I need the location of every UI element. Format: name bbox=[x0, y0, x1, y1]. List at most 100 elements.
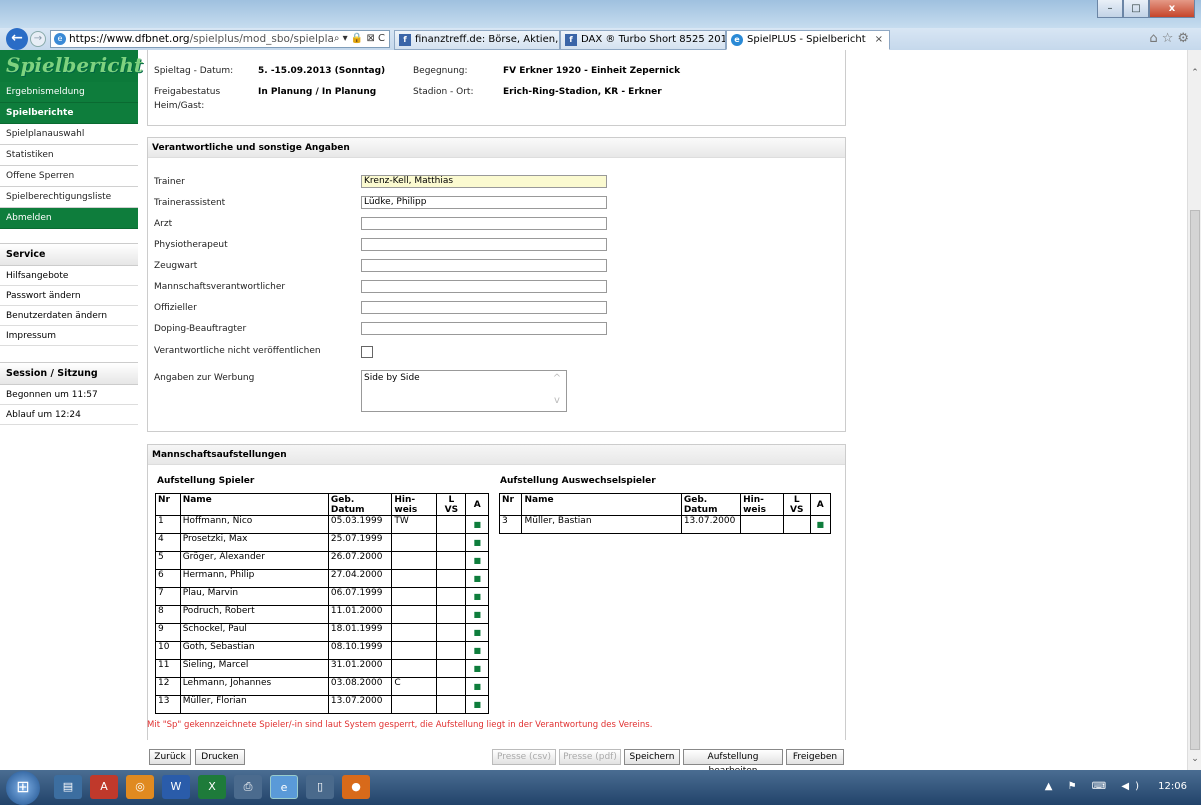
system-tray[interactable]: ▲ ⚑ ⌨ ◀) bbox=[1045, 781, 1145, 792]
address-bar[interactable]: e https://www.dfbnet.org/spielplus/mod_s… bbox=[50, 30, 390, 48]
player-status-icon[interactable]: ■ bbox=[465, 569, 489, 588]
forward-button[interactable]: → bbox=[30, 31, 46, 47]
excel-icon[interactable]: X bbox=[198, 775, 226, 799]
zeugwart-input[interactable] bbox=[361, 259, 607, 272]
page-content: Spielbericht Ergebnismeldung Spielberich… bbox=[0, 50, 1201, 770]
favorites-star-icon[interactable]: ☆ bbox=[1162, 31, 1178, 46]
trainerassistent-input[interactable]: Lüdke, Philipp bbox=[361, 196, 607, 209]
col-hin-2: weis bbox=[743, 505, 766, 515]
scroll-down-icon[interactable]: ⌄ bbox=[1188, 754, 1201, 768]
explorer-icon[interactable]: ▤ bbox=[54, 775, 82, 799]
player-dob: 26.07.2000 bbox=[327, 551, 393, 570]
player-status-icon[interactable]: ■ bbox=[465, 659, 489, 678]
word-icon[interactable]: W bbox=[162, 775, 190, 799]
player-nr: 13 bbox=[155, 695, 181, 714]
close-window-button[interactable]: x bbox=[1149, 0, 1195, 18]
player-status-icon[interactable]: ■ bbox=[465, 641, 489, 660]
sidebar-item-spielberichte[interactable]: Spielberichte bbox=[0, 103, 138, 124]
service-item-benutzerdaten[interactable]: Benutzerdaten ändern bbox=[0, 306, 138, 326]
zurueck-button[interactable]: Zurück bbox=[149, 749, 191, 765]
page-scrollbar[interactable]: ⌃ ⌄ bbox=[1187, 50, 1201, 770]
service-title: Service bbox=[0, 244, 138, 266]
tab-spielplus[interactable]: e SpielPLUS - Spielbericht × bbox=[726, 30, 890, 50]
physiotherapeut-input[interactable] bbox=[361, 238, 607, 251]
player-status-icon[interactable]: ■ bbox=[465, 623, 489, 642]
offizieller-input[interactable] bbox=[361, 301, 607, 314]
col-lvs: L VS bbox=[782, 493, 811, 516]
textarea-scrollbar[interactable]: ^ v bbox=[550, 373, 564, 409]
player-status-icon[interactable]: ■ bbox=[465, 551, 489, 570]
back-button[interactable]: ← bbox=[6, 28, 28, 50]
address-bar-tools[interactable]: ⌕ ▾ 🔒 ⊠ C bbox=[334, 31, 385, 47]
start-button[interactable]: ⊞ bbox=[6, 771, 40, 805]
publish-checkbox[interactable] bbox=[361, 346, 373, 358]
ie-icon: e bbox=[54, 33, 66, 45]
lineup-note: Mit "Sp" gekennzeichnete Spieler/-in sin… bbox=[147, 720, 653, 730]
sidebar-item-spielplanauswahl[interactable]: Spielplanauswahl bbox=[0, 124, 138, 145]
player-lvs bbox=[436, 605, 467, 624]
player-status-icon[interactable]: ■ bbox=[465, 587, 489, 606]
home-icon[interactable]: ⌂ bbox=[1149, 31, 1161, 46]
ie-taskbar-icon[interactable]: e bbox=[270, 775, 298, 799]
sidebar-item-spielberechtigungsliste[interactable]: Spielberechtigungsliste bbox=[0, 187, 138, 208]
drucken-button[interactable]: Drucken bbox=[195, 749, 245, 765]
col-hin-1: Hin- bbox=[743, 495, 764, 505]
table-row: 12 Lehmann, Johannes 03.08.2000 C ■ bbox=[155, 677, 489, 696]
subs-header-row: Nr Name Geb. Datum Hin-weis L VS A bbox=[498, 493, 832, 516]
printer-icon[interactable]: ⎙ bbox=[234, 775, 262, 799]
presse-csv-button[interactable]: Presse (csv) bbox=[492, 749, 556, 765]
arzt-input[interactable] bbox=[361, 217, 607, 230]
freigabe-label: Freigabestatus bbox=[154, 87, 221, 97]
player-status-icon[interactable]: ■ bbox=[465, 605, 489, 624]
player-status-icon[interactable]: ■ bbox=[465, 677, 489, 696]
app-icon[interactable]: ◎ bbox=[126, 775, 154, 799]
minimize-button[interactable]: – bbox=[1097, 0, 1123, 18]
url-path: /spielplus/mod_sbo/spielpla bbox=[189, 33, 334, 45]
player-hinweis bbox=[391, 587, 438, 606]
presse-pdf-button[interactable]: Presse (pdf) bbox=[559, 749, 621, 765]
mannschaftsverantwortlicher-input[interactable] bbox=[361, 280, 607, 293]
trainer-input[interactable]: Krenz-Kell, Matthias bbox=[361, 175, 607, 188]
document-icon[interactable]: ▯ bbox=[306, 775, 334, 799]
sidebar-item-ergebnismeldung[interactable]: Ergebnismeldung bbox=[0, 82, 138, 103]
tab-dax[interactable]: f DAX ® Turbo Short 8525 2014/... bbox=[560, 30, 726, 50]
player-status-icon[interactable]: ■ bbox=[465, 533, 489, 552]
maximize-button[interactable]: □ bbox=[1123, 0, 1149, 18]
player-lvs bbox=[436, 623, 467, 642]
player-status-icon[interactable]: ■ bbox=[465, 515, 489, 534]
acrobat-icon[interactable]: A bbox=[90, 775, 118, 799]
col-geb: Geb. Datum bbox=[327, 493, 393, 516]
gear-icon[interactable]: ⚙ bbox=[1177, 31, 1193, 46]
sidebar-item-abmelden[interactable]: Abmelden bbox=[0, 208, 138, 229]
player-dob: 13.07.2000 bbox=[327, 695, 393, 714]
taskbar-clock: 12:06 bbox=[1158, 781, 1187, 792]
sidebar-item-offene-sperren[interactable]: Offene Sperren bbox=[0, 166, 138, 187]
speichern-button[interactable]: Speichern bbox=[624, 749, 680, 765]
aufstellung-bearbeiten-button[interactable]: Aufstellung bearbeiten bbox=[683, 749, 783, 770]
trainer-label: Trainer bbox=[154, 177, 185, 187]
werbung-textarea[interactable]: Side by Side ^ v bbox=[361, 370, 567, 412]
player-status-icon[interactable]: ■ bbox=[465, 695, 489, 714]
firefox-icon[interactable]: ● bbox=[342, 775, 370, 799]
service-item-passwort[interactable]: Passwort ändern bbox=[0, 286, 138, 306]
freigabe-label-2: Heim/Gast: bbox=[154, 101, 205, 111]
scroll-up-icon[interactable]: ⌃ bbox=[1188, 68, 1201, 82]
doping-input[interactable] bbox=[361, 322, 607, 335]
tab-finanztreff[interactable]: f finanztreff.de: Börse, Aktien, A... bbox=[394, 30, 560, 50]
service-item-impressum[interactable]: Impressum bbox=[0, 326, 138, 346]
player-hinweis: C bbox=[391, 677, 438, 696]
close-tab-icon[interactable]: × bbox=[875, 31, 883, 49]
sidebar: Spielbericht Ergebnismeldung Spielberich… bbox=[0, 50, 143, 425]
player-dob: 05.03.1999 bbox=[327, 515, 393, 534]
player-lvs bbox=[782, 515, 811, 534]
scrollbar-thumb[interactable] bbox=[1190, 210, 1200, 750]
window-controls: – □ x bbox=[1097, 0, 1195, 18]
players-header-row: Nr Name Geb. Datum Hin-weis L VS A bbox=[155, 493, 489, 516]
sidebar-item-statistiken[interactable]: Statistiken bbox=[0, 145, 138, 166]
player-status-icon[interactable]: ■ bbox=[809, 515, 832, 534]
browser-navbar: ← → e https://www.dfbnet.org/spielplus/m… bbox=[0, 28, 1201, 50]
window-titlebar: – □ x bbox=[0, 0, 1201, 28]
freigeben-button[interactable]: Freigeben bbox=[786, 749, 844, 765]
service-item-hilfsangebote[interactable]: Hilfsangebote bbox=[0, 266, 138, 286]
col-nr: Nr bbox=[155, 493, 181, 516]
